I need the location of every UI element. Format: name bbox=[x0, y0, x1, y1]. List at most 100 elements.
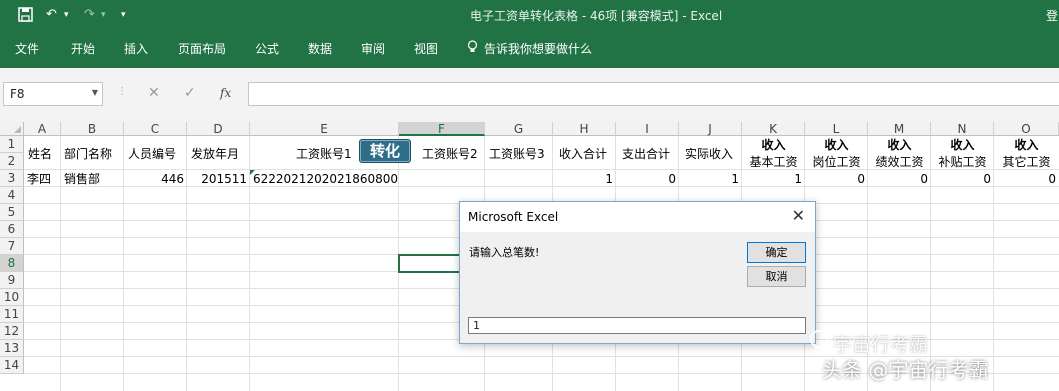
name-box[interactable]: F8 ▼ bbox=[3, 82, 103, 106]
cell-a3[interactable]: 李四 bbox=[27, 172, 51, 186]
enter-icon[interactable]: ✓ bbox=[184, 85, 196, 101]
column-header-b[interactable]: B bbox=[61, 122, 124, 136]
tab-data[interactable]: 数据 bbox=[308, 40, 332, 57]
row-header-4[interactable]: 4 bbox=[0, 187, 24, 204]
cancel-icon[interactable]: ✕ bbox=[148, 85, 160, 101]
column-header-i[interactable]: I bbox=[616, 122, 679, 136]
header-m-top[interactable]: 收入 bbox=[868, 138, 931, 152]
column-header-d[interactable]: D bbox=[187, 122, 250, 136]
text-number-indicator bbox=[250, 170, 255, 175]
header-k-top[interactable]: 收入 bbox=[742, 138, 805, 152]
chevron-down-icon[interactable]: ▼ bbox=[92, 88, 98, 97]
ribbon-tabs: 文件 开始 插入 页面布局 公式 数据 审阅 视图 告诉我你想要做什么 bbox=[0, 30, 1059, 68]
header-o-top[interactable]: 收入 bbox=[994, 138, 1059, 152]
row-header-14[interactable]: 14 bbox=[0, 357, 24, 374]
column-header-e[interactable]: E bbox=[250, 122, 399, 136]
cell-n3[interactable]: 0 bbox=[931, 172, 991, 186]
header-total-income[interactable]: 收入合计 bbox=[559, 147, 607, 161]
column-header-h[interactable]: H bbox=[553, 122, 616, 136]
cell-e3[interactable]: 6222021202021860800 bbox=[253, 172, 398, 186]
column-header-o[interactable]: O bbox=[994, 122, 1059, 136]
row-header-7[interactable]: 7 bbox=[0, 238, 24, 255]
header-k-bottom[interactable]: 基本工资 bbox=[742, 155, 805, 169]
column-header-a[interactable]: A bbox=[24, 122, 61, 136]
cell-l3[interactable]: 0 bbox=[805, 172, 865, 186]
row-header-8[interactable]: 8 bbox=[0, 255, 24, 272]
header-name[interactable]: 姓名 bbox=[28, 147, 52, 161]
dialog-title: Microsoft Excel bbox=[468, 210, 559, 224]
column-header-f[interactable]: F bbox=[399, 122, 485, 136]
header-l-top[interactable]: 收入 bbox=[805, 138, 868, 152]
row-header-12[interactable]: 12 bbox=[0, 323, 24, 340]
column-header-k[interactable]: K bbox=[742, 122, 805, 136]
select-all-corner[interactable] bbox=[0, 122, 24, 136]
header-account-3[interactable]: 工资账号3 bbox=[489, 147, 545, 161]
header-n-top[interactable]: 收入 bbox=[931, 138, 994, 152]
cell-m3[interactable]: 0 bbox=[868, 172, 928, 186]
column-header-c[interactable]: C bbox=[124, 122, 187, 136]
tab-file[interactable]: 文件 bbox=[15, 40, 39, 57]
redo-icon[interactable]: ↷ bbox=[84, 7, 95, 22]
row-header-2[interactable]: 2 bbox=[0, 153, 24, 170]
name-box-value: F8 bbox=[10, 87, 25, 101]
cell-c3[interactable]: 446 bbox=[124, 172, 184, 186]
redo-dropdown-icon[interactable]: ▾ bbox=[101, 10, 106, 20]
header-n-bottom[interactable]: 补贴工资 bbox=[931, 155, 994, 169]
cell-h3[interactable]: 1 bbox=[553, 172, 613, 186]
window-title: 电子工资单转化表格 - 46项 [兼容模式] - Excel bbox=[470, 9, 723, 23]
cancel-button[interactable]: 取消 bbox=[747, 266, 806, 287]
tab-home[interactable]: 开始 bbox=[71, 40, 95, 57]
tab-review[interactable]: 审阅 bbox=[361, 40, 385, 57]
dialog-input[interactable]: 1 bbox=[468, 317, 806, 334]
header-o-bottom[interactable]: 其它工资 bbox=[994, 155, 1059, 169]
ok-button[interactable]: 确定 bbox=[747, 242, 806, 263]
tab-formulas[interactable]: 公式 bbox=[255, 40, 279, 57]
customize-icon[interactable]: ▾ bbox=[121, 10, 126, 20]
header-staff-id[interactable]: 人员编号 bbox=[128, 147, 176, 161]
row-header-11[interactable]: 11 bbox=[0, 306, 24, 323]
row-header-1[interactable]: 1 bbox=[0, 136, 24, 153]
header-total-expense[interactable]: 支出合计 bbox=[622, 147, 670, 161]
column-header-n[interactable]: N bbox=[931, 122, 994, 136]
row-header-5[interactable]: 5 bbox=[0, 204, 24, 221]
column-header-m[interactable]: M bbox=[868, 122, 931, 136]
header-l-bottom[interactable]: 岗位工资 bbox=[805, 155, 868, 169]
row-header-9[interactable]: 9 bbox=[0, 272, 24, 289]
column-header-g[interactable]: G bbox=[485, 122, 553, 136]
row-header-3[interactable]: 3 bbox=[0, 170, 24, 187]
undo-icon[interactable]: ↶ bbox=[46, 7, 57, 22]
cell-o3[interactable]: 0 bbox=[994, 172, 1056, 186]
header-account-1[interactable]: 工资账号1 bbox=[296, 147, 352, 161]
fx-icon[interactable]: fx bbox=[220, 86, 231, 100]
cell-b3[interactable]: 销售部 bbox=[64, 172, 100, 186]
dialog-message: 请输入总笔数! bbox=[469, 246, 540, 259]
header-net-income[interactable]: 实际收入 bbox=[685, 147, 733, 161]
cell-k3[interactable]: 1 bbox=[742, 172, 802, 186]
cell-j3[interactable]: 1 bbox=[679, 172, 739, 186]
undo-dropdown-icon[interactable]: ▾ bbox=[64, 10, 69, 20]
tab-page-layout[interactable]: 页面布局 bbox=[178, 40, 226, 57]
column-header-j[interactable]: J bbox=[679, 122, 742, 136]
close-icon[interactable]: ✕ bbox=[792, 206, 805, 225]
tab-insert[interactable]: 插入 bbox=[124, 40, 148, 57]
row-header-13[interactable]: 13 bbox=[0, 340, 24, 357]
row-header-10[interactable]: 10 bbox=[0, 289, 24, 306]
watermark-logo-icon bbox=[810, 330, 828, 348]
header-m-bottom[interactable]: 绩效工资 bbox=[868, 155, 931, 169]
tab-view[interactable]: 视图 bbox=[414, 40, 438, 57]
row-header-6[interactable]: 6 bbox=[0, 221, 24, 238]
header-pay-month[interactable]: 发放年月 bbox=[191, 147, 239, 161]
column-header-l[interactable]: L bbox=[805, 122, 868, 136]
dialog-title-bar[interactable]: Microsoft Excel ✕ bbox=[460, 202, 815, 232]
formula-input[interactable] bbox=[248, 82, 1059, 106]
login-link[interactable]: 登 bbox=[1046, 7, 1058, 24]
save-icon[interactable] bbox=[18, 7, 33, 26]
convert-button[interactable]: 转化 bbox=[359, 139, 411, 163]
cell-d3[interactable]: 201511 bbox=[187, 172, 247, 186]
tell-me-search[interactable]: 告诉我你想要做什么 bbox=[484, 40, 592, 57]
drag-handle-icon[interactable]: ⋮ bbox=[117, 86, 127, 97]
header-account-2[interactable]: 工资账号2 bbox=[422, 147, 478, 161]
header-department[interactable]: 部门名称 bbox=[64, 147, 112, 161]
cell-i3[interactable]: 0 bbox=[616, 172, 676, 186]
input-dialog: Microsoft Excel ✕ 请输入总笔数! 确定 取消 1 bbox=[459, 201, 816, 344]
